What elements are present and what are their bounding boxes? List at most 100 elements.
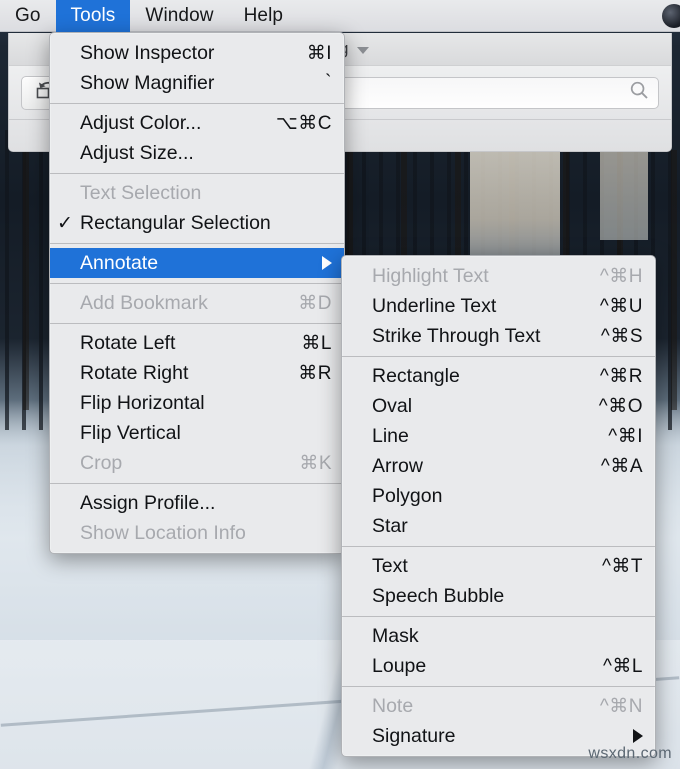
annotate-submenu-item-text[interactable]: Text ^⌘T [342, 551, 655, 581]
menu-separator [50, 103, 344, 104]
menubar-item-window[interactable]: Window [130, 0, 228, 32]
menubar: Go Tools Window Help [0, 0, 680, 32]
tools-menu-item-adjust-size[interactable]: Adjust Size... [50, 138, 344, 168]
annotate-submenu-item-line[interactable]: Line ^⌘I [342, 421, 655, 451]
photo-sky-gap [470, 150, 560, 265]
menu-item-label: Show Magnifier [80, 71, 215, 94]
menubar-item-go[interactable]: Go [0, 0, 56, 32]
menubar-item-tools[interactable]: Tools [55, 0, 131, 32]
tools-menu-item-rectangular-selection[interactable]: ✓ Rectangular Selection [50, 208, 344, 238]
menu-item-shortcut: ` [325, 72, 332, 93]
tools-menu-item-text-selection: Text Selection [50, 178, 344, 208]
menu-separator [50, 283, 344, 284]
annotate-submenu-item-oval[interactable]: Oval ^⌘O [342, 391, 655, 421]
menu-item-label: Rotate Right [80, 361, 189, 384]
menu-item-label: Annotate [80, 251, 159, 274]
menu-item-label: Show Location Info [80, 521, 246, 544]
menu-item-shortcut: ^⌘H [599, 265, 643, 287]
menu-item-label: Show Inspector [80, 41, 215, 64]
menu-item-shortcut: ^⌘T [601, 555, 643, 577]
menu-item-shortcut: ⌘R [298, 362, 332, 384]
tools-menu-item-adjust-color[interactable]: Adjust Color... ⌥⌘C [50, 108, 344, 138]
annotate-submenu-item-loupe[interactable]: Loupe ^⌘L [342, 651, 655, 681]
menu-item-shortcut: ^⌘R [599, 365, 643, 387]
annotate-submenu-item-underline-text[interactable]: Underline Text ^⌘U [342, 291, 655, 321]
tools-menu-item-show-location-info: Show Location Info [50, 518, 344, 548]
menubar-label: Help [243, 4, 284, 26]
menu-item-shortcut: ^⌘O [598, 395, 643, 417]
menu-item-label: Signature [372, 724, 456, 747]
menu-item-shortcut: ⌘L [301, 332, 332, 354]
menu-item-label: Assign Profile... [80, 491, 216, 514]
menubar-label: Window [145, 4, 214, 26]
photo-sky-gap-secondary [600, 150, 648, 240]
menu-item-shortcut: ^⌘A [600, 455, 643, 477]
menu-item-label: Polygon [372, 484, 443, 507]
menu-item-label: Line [372, 424, 409, 447]
annotate-submenu-item-highlight-text: Highlight Text ^⌘H [342, 261, 655, 291]
annotate-submenu-item-arrow[interactable]: Arrow ^⌘A [342, 451, 655, 481]
annotate-submenu-item-mask[interactable]: Mask [342, 621, 655, 651]
menu-separator [342, 616, 655, 617]
menu-separator [50, 243, 344, 244]
menu-item-label: Note [372, 694, 414, 717]
menu-item-label: Rectangle [372, 364, 460, 387]
menu-item-shortcut: ⌥⌘C [275, 112, 332, 134]
submenu-arrow-icon [633, 729, 643, 743]
menubar-label: Go [15, 4, 41, 26]
menu-item-shortcut: ^⌘U [599, 295, 643, 317]
menu-item-label: Underline Text [372, 294, 497, 317]
menu-item-label: Text [372, 554, 408, 577]
menu-item-label: Star [372, 514, 408, 537]
menu-separator [50, 173, 344, 174]
menu-item-shortcut: ^⌘I [608, 425, 643, 447]
annotate-submenu-item-rectangle[interactable]: Rectangle ^⌘R [342, 361, 655, 391]
tools-menu-item-flip-vertical[interactable]: Flip Vertical [50, 418, 344, 448]
annotate-submenu-item-star[interactable]: Star [342, 511, 655, 541]
menu-separator [342, 546, 655, 547]
menu-separator [50, 483, 344, 484]
tools-menu-panel: Show Inspector ⌘I Show Magnifier ` Adjust Co… [49, 32, 345, 554]
checkmark-icon: ✓ [57, 212, 73, 234]
annotate-submenu-item-polygon[interactable]: Polygon [342, 481, 655, 511]
menu-item-label: Rotate Left [80, 331, 176, 354]
tools-menu-item-rotate-left[interactable]: Rotate Left ⌘L [50, 328, 344, 358]
tools-menu-item-flip-horizontal[interactable]: Flip Horizontal [50, 388, 344, 418]
menu-item-label: Crop [80, 451, 123, 474]
menu-item-label: Loupe [372, 654, 427, 677]
menu-item-label: Strike Through Text [372, 324, 541, 347]
watermark: wsxdn.com [588, 745, 672, 762]
menu-item-shortcut: ⌘K [299, 452, 332, 474]
menu-item-label: Mask [372, 624, 419, 647]
user-account-icon[interactable] [662, 3, 680, 28]
menu-item-shortcut: ^⌘L [603, 655, 643, 677]
tools-menu-item-annotate[interactable]: Annotate [50, 248, 344, 278]
annotate-submenu-panel: Highlight Text ^⌘H Underline Text ^⌘U Strike… [341, 255, 656, 757]
tools-menu-item-show-magnifier[interactable]: Show Magnifier ` [50, 68, 344, 98]
menu-item-label: Adjust Color... [80, 111, 202, 134]
annotate-submenu-item-speech-bubble[interactable]: Speech Bubble [342, 581, 655, 611]
chevron-down-icon[interactable] [357, 46, 370, 54]
search-icon [629, 80, 649, 105]
menu-item-shortcut: ⌘D [298, 292, 332, 314]
submenu-arrow-icon [322, 256, 332, 270]
tools-menu-item-crop: Crop ⌘K [50, 448, 344, 478]
menu-item-label: Adjust Size... [80, 141, 194, 164]
menu-item-label: Add Bookmark [80, 291, 208, 314]
annotate-submenu-item-strike-through-text[interactable]: Strike Through Text ^⌘S [342, 321, 655, 351]
menu-item-label: Rectangular Selection [80, 211, 271, 234]
menu-item-label: Text Selection [80, 181, 202, 204]
menu-item-label: Highlight Text [372, 264, 489, 287]
annotate-submenu-item-note: Note ^⌘N [342, 691, 655, 721]
menu-item-shortcut: ⌘I [306, 42, 332, 64]
menu-item-label: Speech Bubble [372, 584, 505, 607]
tools-menu-item-show-inspector[interactable]: Show Inspector ⌘I [50, 38, 344, 68]
menu-separator [50, 323, 344, 324]
tools-menu-item-rotate-right[interactable]: Rotate Right ⌘R [50, 358, 344, 388]
menu-separator [342, 686, 655, 687]
tools-menu-item-assign-profile[interactable]: Assign Profile... [50, 488, 344, 518]
menu-item-label: Flip Horizontal [80, 391, 205, 414]
menubar-item-help[interactable]: Help [229, 0, 298, 32]
menu-item-label: Arrow [372, 454, 423, 477]
menu-item-label: Oval [372, 394, 413, 417]
